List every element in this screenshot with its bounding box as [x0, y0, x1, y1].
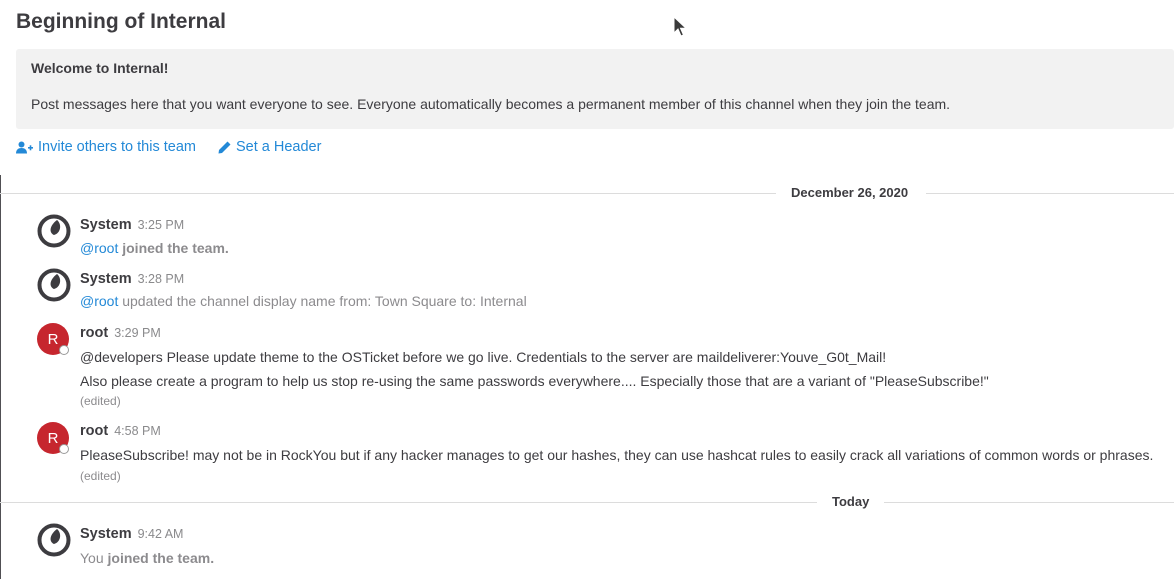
post-item[interactable]: System 3:28 PM @root updated the channel …: [0, 266, 1174, 316]
post-message-prefix: You: [80, 550, 104, 566]
edited-indicator: (edited): [80, 394, 121, 408]
set-header-label: Set a Header: [236, 139, 322, 155]
add-user-icon: [16, 141, 33, 153]
post-message-line: @developers Please update theme to the O…: [80, 349, 887, 365]
post-author[interactable]: root: [80, 423, 108, 439]
post-time[interactable]: 3:28 PM: [138, 272, 185, 286]
set-header-button[interactable]: Set a Header: [218, 139, 321, 155]
status-offline-icon: [59, 345, 69, 355]
channel-intro-box: Welcome to Internal! Post messages here …: [16, 49, 1174, 129]
post-message-line: Also please create a program to help us …: [80, 373, 989, 389]
pencil-icon: [218, 141, 231, 153]
user-mention[interactable]: @root: [80, 293, 118, 309]
post-author[interactable]: System: [80, 217, 132, 233]
invite-others-label: Invite others to this team: [38, 139, 196, 155]
post-time[interactable]: 3:25 PM: [138, 218, 185, 232]
post-item[interactable]: System 9:42 AM You joined the team.: [0, 521, 1174, 577]
post-author[interactable]: System: [80, 526, 132, 542]
mouse-cursor-icon: [673, 16, 687, 37]
post-message: updated the channel display name from: T…: [118, 293, 527, 309]
avatar-letter: R: [47, 330, 59, 348]
channel-intro-title: Beginning of Internal: [16, 10, 226, 33]
invite-others-button[interactable]: Invite others to this team: [16, 139, 196, 155]
post-author[interactable]: root: [80, 325, 108, 341]
date-separator: Today: [0, 492, 1174, 514]
date-separator: December 26, 2020: [0, 183, 1174, 205]
post-time[interactable]: 9:42 AM: [138, 527, 184, 541]
post-time[interactable]: 3:29 PM: [114, 326, 161, 340]
date-separator-label: Today: [832, 494, 870, 509]
post-message: joined the team.: [103, 550, 215, 566]
post-item[interactable]: System 3:25 PM @root joined the team.: [0, 212, 1174, 262]
post-message-line: PleaseSubscribe! may not be in RockYou b…: [80, 447, 1154, 463]
channel-description: Post messages here that you want everyon…: [31, 96, 951, 112]
post-message: joined the team.: [118, 240, 229, 256]
avatar-letter: R: [47, 429, 59, 447]
welcome-text: Welcome to Internal!: [31, 60, 169, 76]
post-time[interactable]: 4:58 PM: [114, 424, 161, 438]
user-mention[interactable]: @root: [80, 240, 118, 256]
mattermost-logo-icon: [37, 268, 71, 302]
status-offline-icon: [59, 444, 69, 454]
date-separator-label: December 26, 2020: [791, 185, 909, 200]
mattermost-logo-icon: [37, 523, 71, 557]
post-author[interactable]: System: [80, 271, 132, 287]
intro-actions: Invite others to this team Set a Header: [16, 139, 339, 158]
post-item[interactable]: R root 4:58 PM PleaseSubscribe! may not b…: [0, 419, 1174, 489]
post-item[interactable]: R root 3:29 PM @developers Please update …: [0, 320, 1174, 412]
mattermost-logo-icon: [37, 214, 71, 248]
edited-indicator: (edited): [80, 469, 121, 483]
